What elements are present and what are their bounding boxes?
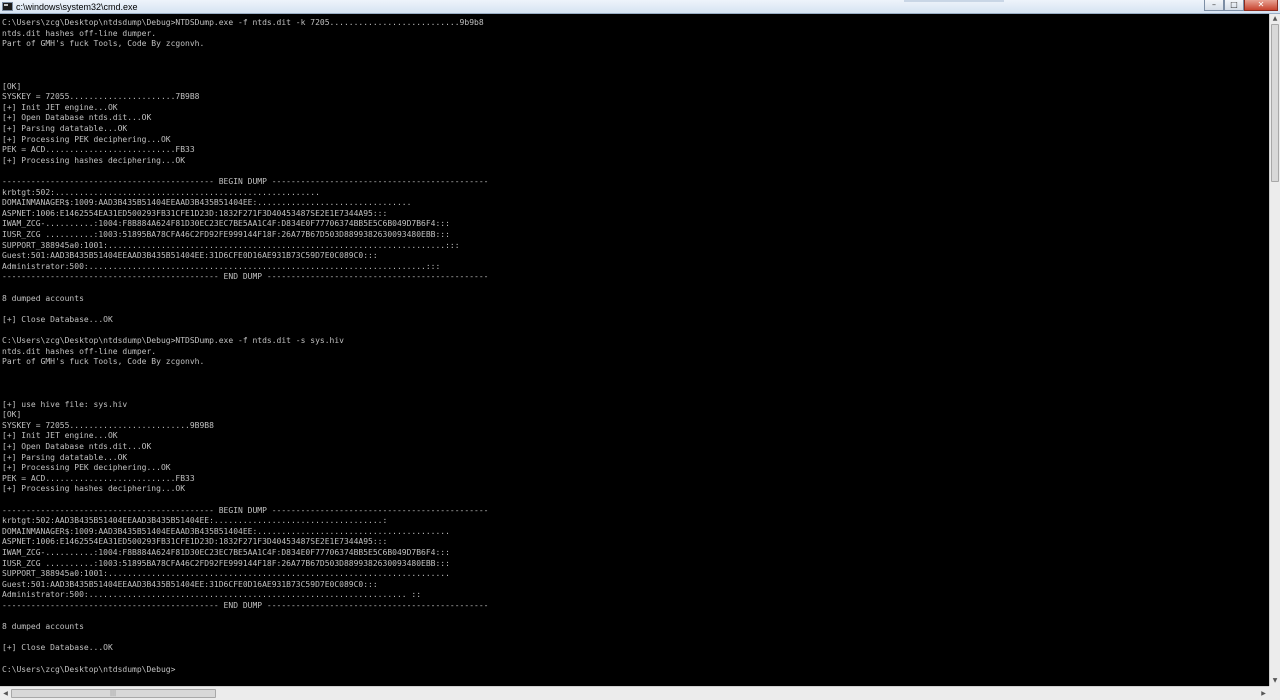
console-line: 8 dumped accounts [2,293,84,303]
vertical-scroll-thumb[interactable] [1271,24,1279,182]
console-line: PEK = ACD...........................FB33 [2,145,195,155]
scroll-down-icon[interactable]: ▼ [1270,676,1280,686]
console-line: [+] Parsing datatable...OK [2,452,128,462]
horizontal-scrollbar[interactable]: ◀ ||| ▶ [0,686,1269,700]
console-line: C:\Users\zcg\Desktop\ntdsdump\Debug> [2,664,176,674]
console-line: ----------------------------------------… [2,177,489,186]
console-line: IWAM_ZCG-..........:1004:F8B884A624F81D3… [2,548,450,557]
console-line: [+] Close Database...OK [2,643,113,653]
window-title: c:\windows\system32\cmd.exe [16,2,138,12]
console-line: [+] use hive file: sys.hiv [2,399,128,409]
console-line: DOMAINMANAGER$:1009:AAD3B435B51404EEAAD3… [2,526,450,536]
console-output[interactable]: C:\Users\zcg\Desktop\ntdsdump\Debug>NTDS… [0,14,1269,686]
vertical-scrollbar[interactable]: ▲ ▼ [1269,14,1280,686]
console-line: PEK = ACD...........................FB33 [2,473,195,483]
console-line: [+] Processing PEK deciphering...OK [2,134,171,144]
console-app-icon[interactable] [2,2,13,11]
console-line: IWAM_ZCG-..........:1004:F8B884A624F81D3… [2,219,450,229]
console-line: IUSR_ZCG ..........:1003:51895BA78CFA46C… [2,558,450,568]
window-controls: – □ ✕ [1204,0,1278,12]
console-line: ----------------------------------------… [2,505,489,515]
console-line: [+] Parsing datatable...OK [2,124,128,133]
console-line: C:\Users\zcg\Desktop\ntdsdump\Debug>NTDS… [2,18,484,27]
console-line: SYSKEY = 72055.........................9… [2,420,214,430]
title-bar[interactable]: c:\windows\system32\cmd.exe – □ ✕ [0,0,1280,14]
console-line: [+] Open Database ntds.dit...OK [2,113,152,123]
console-line: Administrator:500:......................… [2,261,441,271]
scrollbar-corner [1269,686,1280,700]
scroll-up-icon[interactable]: ▲ [1270,14,1280,24]
console-line: ntds.dit hashes off-line dumper. [2,28,157,38]
console-line: [+] Processing hashes deciphering...OK [2,484,186,494]
scroll-grip-icon: ||| [110,690,117,697]
console-line: [OK] [2,410,22,420]
console-line: [+] Close Database...OK [2,314,113,324]
console-line: SUPPORT_388945a0:1001:..................… [2,240,460,250]
console-line: 8 dumped accounts [2,622,84,632]
console-line: Part of GMH's fuck Tools, Code By zcgonv… [2,357,205,367]
console-line: Administrator:500:......................… [2,590,422,600]
console-line: DOMAINMANAGER$:1009:AAD3B435B51404EEAAD3… [2,198,412,208]
console-line: ntds.dit hashes off-line dumper. [2,346,157,356]
console-line: ASPNET:1006:E1462554EA31ED500293FB31CFE1… [2,537,388,547]
close-button[interactable]: ✕ [1244,0,1278,11]
horizontal-scroll-thumb[interactable]: ||| [11,689,216,698]
console-line: C:\Users\zcg\Desktop\ntdsdump\Debug>NTDS… [2,336,344,345]
scroll-left-icon[interactable]: ◀ [0,688,11,699]
console-line: krbtgt:502:.............................… [2,187,320,197]
console-line: IUSR_ZCG ..........:1003:51895BA78CFA46C… [2,230,450,239]
console-line: [+] Init JET engine...OK [2,102,118,112]
console-line: [+] Processing hashes deciphering...OK [2,155,186,165]
console-line: [+] Open Database ntds.dit...OK [2,442,152,451]
title-bar-highlight [904,0,1004,2]
console-line: [+] Processing PEK deciphering...OK [2,463,171,473]
console-line: Part of GMH's fuck Tools, Code By zcgonv… [2,39,205,49]
console-line: Guest:501:AAD3B435B51404EEAAD3B435B51404… [2,579,378,589]
minimize-button[interactable]: – [1204,0,1224,11]
console-line: SYSKEY = 72055......................7B9B… [2,92,200,102]
maximize-button[interactable]: □ [1224,0,1244,11]
console-line: SUPPORT_388945a0:1001:..................… [2,569,450,579]
console-line: krbtgt:502:AAD3B435B51404EEAAD3B435B5140… [2,516,388,526]
console-line: [OK] [2,81,22,91]
console-line: ----------------------------------------… [2,601,489,610]
console-line: ASPNET:1006:E1462554EA31ED500293FB31CFE1… [2,208,388,218]
scroll-right-icon[interactable]: ▶ [1258,688,1269,699]
console-line: ----------------------------------------… [2,272,489,282]
console-line: [+] Init JET engine...OK [2,431,118,441]
console-line: Guest:501:AAD3B435B51404EEAAD3B435B51404… [2,251,378,261]
